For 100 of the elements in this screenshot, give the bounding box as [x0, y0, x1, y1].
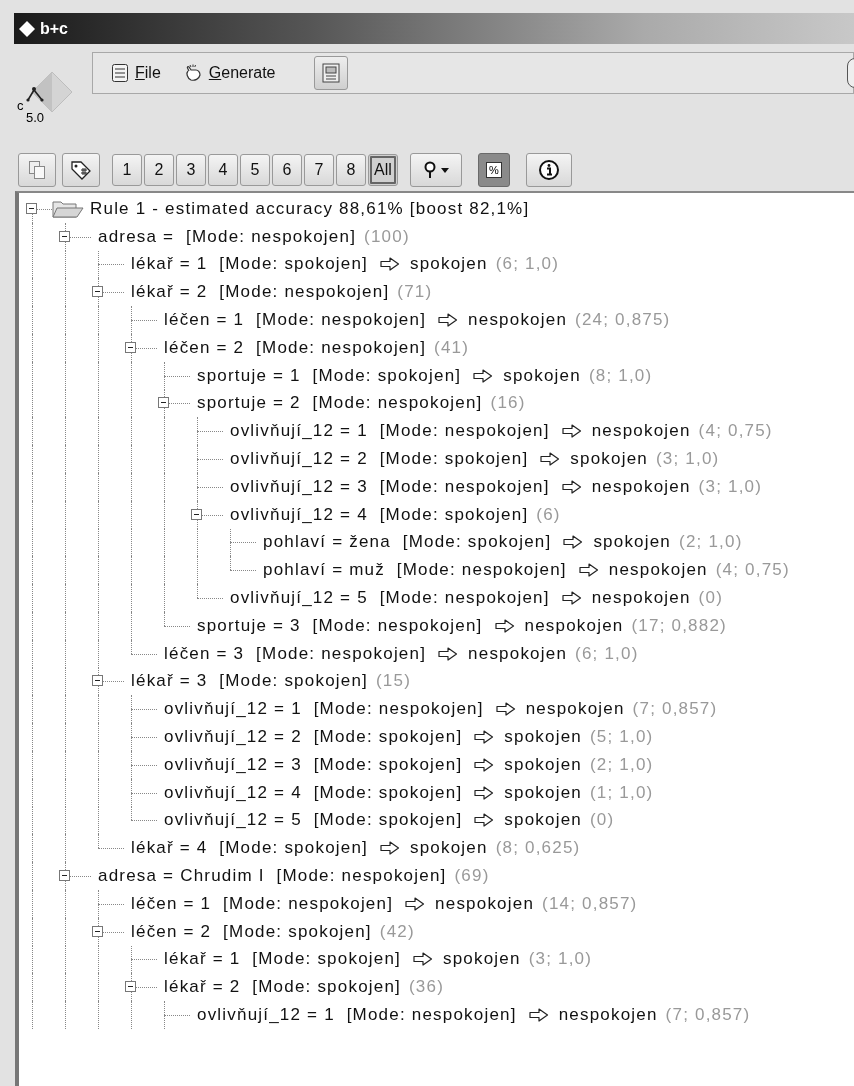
node-label[interactable]: ovlivňují_12 = 3 [Mode: nespokojen] [230, 476, 550, 497]
tool-button[interactable] [62, 153, 100, 187]
menu-item[interactable]: Generate [178, 61, 280, 85]
folder-icon [52, 198, 84, 219]
logo-letter: c [17, 98, 24, 113]
node-label[interactable]: adresa = Chrudim I [Mode: nespokojen] [98, 866, 447, 886]
depth-button[interactable]: 3 [176, 154, 206, 186]
arrow-icon [473, 368, 494, 383]
node-label[interactable]: ovlivňují_12 = 5 [Mode: nespokojen] [230, 588, 550, 609]
depth-button[interactable]: 7 [304, 154, 334, 186]
depth-button[interactable]: All [368, 154, 398, 186]
rule-label[interactable]: Rule 1 - estimated accuracy 88,61% [boost 82,1%] [90, 198, 530, 219]
node-label[interactable]: lékař = 2 [Mode: spokojen] [164, 977, 401, 998]
node-label[interactable]: ovlivňují_12 = 1 [Mode: nespokojen] [164, 699, 484, 720]
node-label[interactable]: léčen = 1 [Mode: nespokojen] [164, 310, 427, 331]
node-label[interactable]: ovlivňují_12 = 2 [Mode: spokojen] [230, 449, 529, 470]
node-stats: (5; 1,0) [590, 727, 654, 748]
node-label[interactable]: lékař = 2 [Mode: nespokojen] [131, 282, 390, 303]
image-button[interactable] [313, 56, 348, 90]
node-stats: (4; 0,75) [698, 421, 773, 442]
prediction: spokojen [443, 949, 521, 970]
panel-icon [320, 62, 341, 84]
node-label[interactable]: ovlivňují_12 = 1 [Mode: nespokojen] [197, 1005, 517, 1025]
arrow-icon [474, 813, 495, 828]
info-button[interactable] [526, 153, 572, 187]
prediction: nespokojen [558, 1005, 658, 1025]
prediction: spokojen [504, 754, 582, 775]
node-label[interactable]: sportuje = 1 [Mode: spokojen] [197, 365, 462, 386]
depth-button[interactable]: 1 [112, 154, 142, 186]
node-label[interactable]: lékař = 4 [Mode: spokojen] [131, 838, 368, 859]
node-stats: (1; 1,0) [590, 782, 654, 803]
collapse-toggle[interactable] [92, 925, 103, 937]
node-stats: (100) [364, 226, 410, 247]
depth-button[interactable]: 5 [240, 154, 270, 186]
node-stats: (3; 1,0) [528, 949, 593, 970]
node-label[interactable]: sportuje = 3 [Mode: nespokojen] [197, 615, 483, 636]
depth-button[interactable]: 2 [144, 154, 174, 186]
prediction: spokojen [504, 727, 582, 748]
arrow-icon [495, 702, 516, 717]
collapse-toggle[interactable] [92, 286, 103, 298]
depth-button[interactable]: 8 [336, 154, 366, 186]
node-label[interactable]: léčen = 2 [Mode: spokojen] [131, 921, 372, 942]
collapse-toggle[interactable] [125, 341, 136, 353]
prediction: nespokojen [591, 421, 691, 442]
caret-icon [440, 167, 449, 173]
node-stats: (36) [409, 977, 445, 998]
node-stats: (15) [376, 671, 412, 692]
menu-item[interactable]: File [107, 61, 165, 85]
collapse-toggle[interactable] [59, 870, 70, 881]
node-stats: (8; 1,0) [588, 365, 653, 386]
depth-button[interactable]: 6 [272, 154, 302, 186]
node-stats: (6; 1,0) [495, 254, 560, 275]
prediction: nespokojen [468, 643, 568, 664]
collapse-toggle[interactable] [158, 397, 169, 409]
node-label[interactable]: léčen = 2 [Mode: nespokojen] [164, 337, 427, 358]
node-label[interactable]: lékař = 1 [Mode: spokojen] [131, 254, 368, 275]
collapse-toggle[interactable] [191, 508, 202, 520]
node-stats: (2; 1,0) [590, 754, 654, 775]
node-label[interactable]: adresa = [Mode: nespokojen] [98, 226, 357, 247]
node-stats: (24; 0,875) [575, 310, 671, 331]
node-label[interactable]: pohlaví = žena [Mode: spokojen] [263, 532, 552, 553]
node-stats: (41) [434, 337, 470, 358]
node-stats: (7; 0,857) [632, 699, 718, 720]
prediction: nespokojen [591, 588, 691, 609]
arrow-icon [380, 257, 400, 272]
arrow-icon [561, 424, 582, 439]
node-stats: (6; 1,0) [575, 643, 639, 664]
pin-icon [423, 161, 438, 179]
prediction: nespokojen [591, 476, 691, 497]
node-label[interactable]: léčen = 3 [Mode: nespokojen] [164, 643, 427, 664]
node-label[interactable]: ovlivňují_12 = 4 [Mode: spokojen] [164, 782, 463, 803]
arrow-icon [474, 785, 495, 800]
prediction: spokojen [593, 532, 672, 553]
node-label[interactable]: ovlivňují_12 = 1 [Mode: nespokojen] [230, 421, 550, 442]
arrow-icon [474, 730, 495, 745]
logo-version: 5.0 [26, 110, 45, 125]
node-stats: (2; 1,0) [679, 532, 743, 553]
node-label[interactable]: ovlivňují_12 = 4 [Mode: spokojen] [230, 504, 529, 525]
collapse-toggle[interactable] [26, 202, 37, 214]
prediction: spokojen [570, 449, 648, 470]
node-stats: (17; 0,882) [631, 615, 727, 636]
collapse-toggle[interactable] [125, 981, 136, 993]
node-label[interactable]: lékař = 1 [Mode: spokojen] [164, 949, 401, 970]
percent-toggle[interactable]: % [478, 153, 510, 187]
node-label[interactable]: sportuje = 2 [Mode: nespokojen] [197, 393, 483, 414]
node-label[interactable]: léčen = 1 [Mode: nespokojen] [131, 893, 394, 914]
node-label[interactable]: lékař = 3 [Mode: spokojen] [131, 671, 368, 692]
node-label[interactable]: pohlaví = muž [Mode: nespokojen] [263, 560, 567, 581]
collapse-toggle[interactable] [59, 230, 70, 242]
info-icon [538, 159, 560, 181]
arrow-icon [438, 646, 459, 661]
node-label[interactable]: ovlivňují_12 = 2 [Mode: spokojen] [164, 727, 463, 748]
depth-button[interactable]: 4 [208, 154, 238, 186]
node-stats: (0) [698, 588, 723, 609]
node-label[interactable]: ovlivňují_12 = 5 [Mode: spokojen] [164, 810, 463, 831]
arrow-icon [494, 618, 515, 633]
prediction: spokojen [503, 365, 581, 386]
node-label[interactable]: ovlivňují_12 = 3 [Mode: spokojen] [164, 754, 463, 775]
pin-dropdown[interactable] [410, 153, 462, 187]
collapse-toggle[interactable] [92, 675, 103, 687]
